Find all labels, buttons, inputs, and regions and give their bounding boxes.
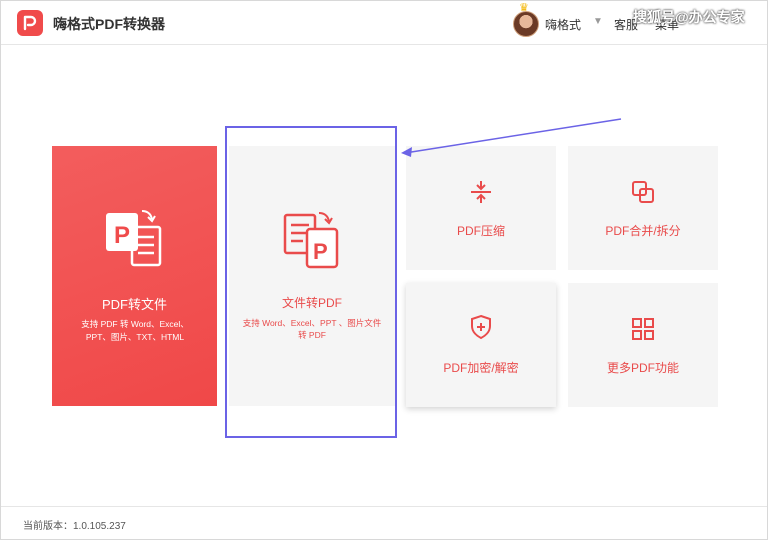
- watermark: 搜狐号@办公专家: [633, 9, 745, 25]
- pdf-to-file-title: PDF转文件: [101, 297, 167, 312]
- shield-icon: [469, 314, 493, 345]
- pdf-to-file-desc: 支持 PDF 转 Word、Excel、PPT、图片、TXT、HTML: [81, 319, 189, 342]
- chevron-down-icon[interactable]: ▼: [593, 16, 603, 27]
- pdf-to-file-card[interactable]: P PDF转文件 支持 PDF 转 Word、Excel、PPT、图片、TXT、…: [52, 146, 217, 406]
- compress-icon: [469, 180, 493, 209]
- status-bar: 当前版本：1.0.105.237: [1, 506, 767, 539]
- version-label: 当前版本：1.0.105.237: [23, 521, 126, 532]
- avatar[interactable]: [513, 11, 539, 37]
- app-window: 嗨格式PDF转换器 ♛ 嗨格式 ▼ 客服 菜单 搜狐号@办公专家 P PDF转文…: [0, 0, 768, 540]
- app-logo-icon: [17, 10, 43, 36]
- pdf-compress-card[interactable]: PDF压缩: [406, 146, 556, 270]
- app-title: 嗨格式PDF转换器: [53, 16, 165, 32]
- more-pdf-features-card[interactable]: 更多PDF功能: [568, 283, 718, 407]
- pdf-encrypt-card[interactable]: PDF加密/解密: [406, 283, 556, 407]
- pdf-to-file-icon: P: [106, 209, 164, 274]
- username[interactable]: 嗨格式: [545, 16, 581, 33]
- pdf-merge-split-title: PDF合并/拆分: [605, 224, 681, 238]
- pdf-encrypt-title: PDF加密/解密: [443, 361, 519, 375]
- svg-text:P: P: [114, 222, 130, 249]
- pdf-merge-split-card[interactable]: PDF合并/拆分: [568, 146, 718, 270]
- merge-icon: [631, 180, 655, 209]
- more-pdf-features-title: 更多PDF功能: [606, 361, 679, 375]
- pdf-compress-title: PDF压缩: [456, 224, 505, 238]
- highlight-box: [225, 126, 397, 438]
- title-bar: 嗨格式PDF转换器 ♛ 嗨格式 ▼ 客服 菜单 搜狐号@办公专家: [1, 1, 767, 45]
- grid-icon: [631, 317, 655, 346]
